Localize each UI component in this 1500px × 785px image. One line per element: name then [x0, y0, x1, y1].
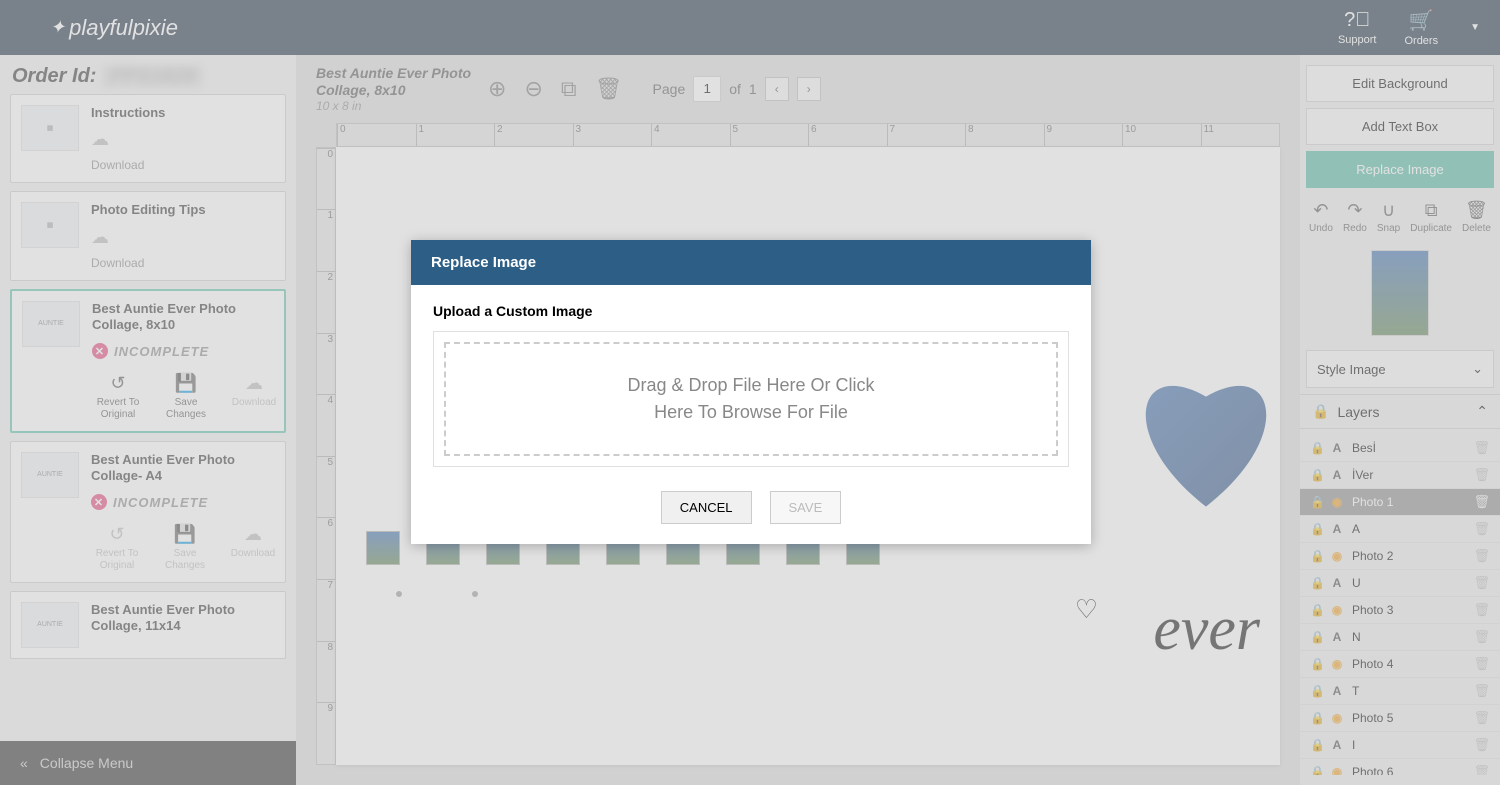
modal-footer: CANCEL SAVE	[411, 477, 1091, 544]
dropzone-line1: Drag & Drop File Here Or Click	[466, 372, 1036, 399]
modal-title: Replace Image	[411, 240, 1091, 285]
replace-image-modal: Replace Image Upload a Custom Image Drag…	[411, 240, 1091, 544]
upload-frame: Drag & Drop File Here Or Click Here To B…	[433, 331, 1069, 467]
file-dropzone[interactable]: Drag & Drop File Here Or Click Here To B…	[444, 342, 1058, 456]
save-button[interactable]: SAVE	[770, 491, 842, 524]
modal-subtitle: Upload a Custom Image	[433, 303, 1069, 319]
dropzone-line2: Here To Browse For File	[466, 399, 1036, 426]
cancel-button[interactable]: CANCEL	[661, 491, 752, 524]
